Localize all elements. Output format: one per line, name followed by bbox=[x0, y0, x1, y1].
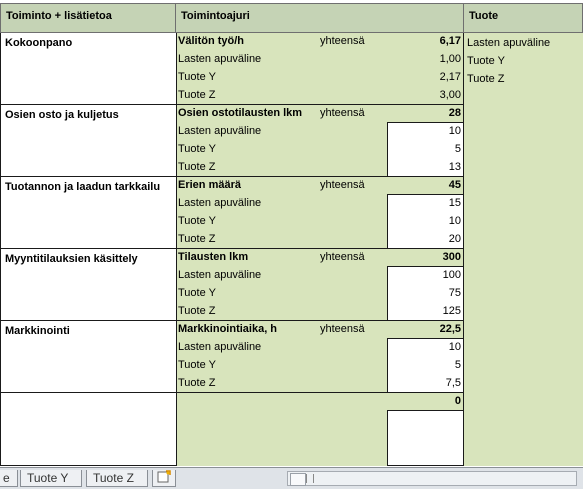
product-row[interactable]: Tuote Y 75 bbox=[176, 285, 464, 303]
product-label: Tuote Z bbox=[178, 233, 216, 245]
total-value: 22,5 bbox=[439, 323, 461, 335]
product-value: 10 bbox=[448, 341, 461, 353]
total-value: 300 bbox=[442, 251, 461, 263]
sheet-tab-tuote-z[interactable]: Tuote Z bbox=[86, 470, 148, 487]
scroll-thumb[interactable] bbox=[290, 473, 306, 486]
product-value: 13 bbox=[448, 161, 461, 173]
product-label: Tuote Y bbox=[178, 359, 216, 371]
total-value: 6,17 bbox=[439, 35, 461, 47]
total-label: yhteensä bbox=[320, 107, 365, 119]
driver-row[interactable]: Välitön työ/h yhteensä 6,17 bbox=[176, 33, 464, 51]
product-row[interactable]: Lasten apuväline 10 bbox=[176, 123, 464, 141]
product-column bbox=[463, 33, 583, 466]
product-value: 10 bbox=[448, 125, 461, 137]
product-row[interactable]: Tuote Y 10 bbox=[176, 213, 464, 231]
activity-cell-empty[interactable] bbox=[0, 393, 177, 466]
product-label: Tuote Y bbox=[178, 143, 216, 155]
product-row[interactable]: Tuote Z 20 bbox=[176, 231, 464, 249]
horizontal-scrollbar[interactable] bbox=[287, 471, 577, 486]
driver-row-empty[interactable]: 0 bbox=[176, 393, 464, 411]
product-value: 125 bbox=[442, 305, 461, 317]
product-row[interactable]: Lasten apuväline 10 bbox=[176, 339, 464, 357]
product-item[interactable]: Lasten apuväline bbox=[467, 37, 550, 49]
product-label: Lasten apuväline bbox=[178, 341, 262, 353]
product-row[interactable]: Tuote Y 5 bbox=[176, 141, 464, 159]
driver-label: Välitön työ/h bbox=[178, 35, 244, 47]
product-row[interactable]: Tuote Z 3,00 bbox=[176, 87, 464, 105]
activity-cell[interactable]: Myyntitilauksien käsittely bbox=[0, 249, 177, 321]
product-value: 7,5 bbox=[445, 377, 461, 389]
driver-row[interactable]: Tilausten lkm yhteensä 300 bbox=[176, 249, 464, 267]
sheet-tab-tuote-y[interactable]: Tuote Y bbox=[20, 470, 82, 487]
product-row[interactable]: Tuote Y 2,17 bbox=[176, 69, 464, 87]
product-row[interactable]: Tuote Y 5 bbox=[176, 357, 464, 375]
product-label: Lasten apuväline bbox=[178, 53, 262, 65]
total-label: yhteensä bbox=[320, 323, 365, 335]
input-box[interactable] bbox=[387, 410, 464, 466]
product-value: 15 bbox=[448, 197, 461, 209]
total-value: 0 bbox=[454, 395, 461, 407]
product-label: Tuote Z bbox=[178, 377, 216, 389]
activity-cell[interactable]: Markkinointi bbox=[0, 321, 177, 393]
total-label: yhteensä bbox=[320, 35, 365, 47]
activity-cell[interactable]: Osien osto ja kuljetus bbox=[0, 105, 177, 177]
driver-label: Osien ostotilausten lkm bbox=[178, 107, 303, 119]
total-label: yhteensä bbox=[320, 179, 365, 191]
product-label: Tuote Y bbox=[178, 215, 216, 227]
spreadsheet-area: Toiminto + lisätietoa Toimintoajuri Tuot… bbox=[0, 0, 583, 466]
product-value: 2,17 bbox=[439, 71, 461, 83]
driver-label: Tilausten lkm bbox=[178, 251, 249, 263]
driver-label: Erien määrä bbox=[178, 179, 241, 191]
driver-row[interactable]: Markkinointiaika, h yhteensä 22,5 bbox=[176, 321, 464, 339]
header-product[interactable]: Tuote bbox=[463, 3, 583, 33]
product-value: 1,00 bbox=[439, 53, 461, 65]
scroll-grip bbox=[306, 474, 314, 483]
activity-cell[interactable]: Tuotannon ja laadun tarkkailu bbox=[0, 177, 177, 249]
product-label: Tuote Y bbox=[178, 287, 216, 299]
driver-row[interactable]: Erien määrä yhteensä 45 bbox=[176, 177, 464, 195]
product-label: Lasten apuväline bbox=[178, 269, 262, 281]
product-value: 75 bbox=[448, 287, 461, 299]
product-label: Tuote Z bbox=[178, 89, 216, 101]
product-row[interactable]: Lasten apuväline 100 bbox=[176, 267, 464, 285]
insert-sheet-icon[interactable] bbox=[152, 470, 176, 487]
product-row[interactable]: Lasten apuväline 15 bbox=[176, 195, 464, 213]
product-value: 10 bbox=[448, 215, 461, 227]
product-label: Lasten apuväline bbox=[178, 197, 262, 209]
total-value: 28 bbox=[448, 107, 461, 119]
product-value: 5 bbox=[454, 143, 461, 155]
product-item[interactable]: Tuote Y bbox=[467, 55, 505, 67]
product-value: 5 bbox=[454, 359, 461, 371]
product-item[interactable]: Tuote Z bbox=[467, 73, 505, 85]
product-label: Tuote Y bbox=[178, 71, 216, 83]
sheet-tab[interactable]: e bbox=[0, 470, 18, 487]
product-row[interactable]: Tuote Z 7,5 bbox=[176, 375, 464, 393]
header-activity[interactable]: Toiminto + lisätietoa bbox=[0, 3, 176, 33]
product-row[interactable]: Tuote Z 125 bbox=[176, 303, 464, 321]
product-value: 100 bbox=[442, 269, 461, 281]
product-value: 3,00 bbox=[439, 89, 461, 101]
driver-row[interactable]: Osien ostotilausten lkm yhteensä 28 bbox=[176, 105, 464, 123]
product-label: Tuote Z bbox=[178, 305, 216, 317]
product-row[interactable]: Lasten apuväline 1,00 bbox=[176, 51, 464, 69]
total-value: 45 bbox=[448, 179, 461, 191]
activity-cell[interactable]: Kokoonpano bbox=[0, 33, 177, 105]
total-label: yhteensä bbox=[320, 251, 365, 263]
header-driver[interactable]: Toimintoajuri bbox=[175, 3, 464, 33]
new-sheet-icon bbox=[157, 470, 171, 483]
product-label: Tuote Z bbox=[178, 161, 216, 173]
product-label: Lasten apuväline bbox=[178, 125, 262, 137]
product-value: 20 bbox=[448, 233, 461, 245]
product-row[interactable]: Tuote Z 13 bbox=[176, 159, 464, 177]
driver-label: Markkinointiaika, h bbox=[178, 323, 278, 335]
sheet-tab-bar: e Tuote Y Tuote Z bbox=[0, 467, 583, 489]
